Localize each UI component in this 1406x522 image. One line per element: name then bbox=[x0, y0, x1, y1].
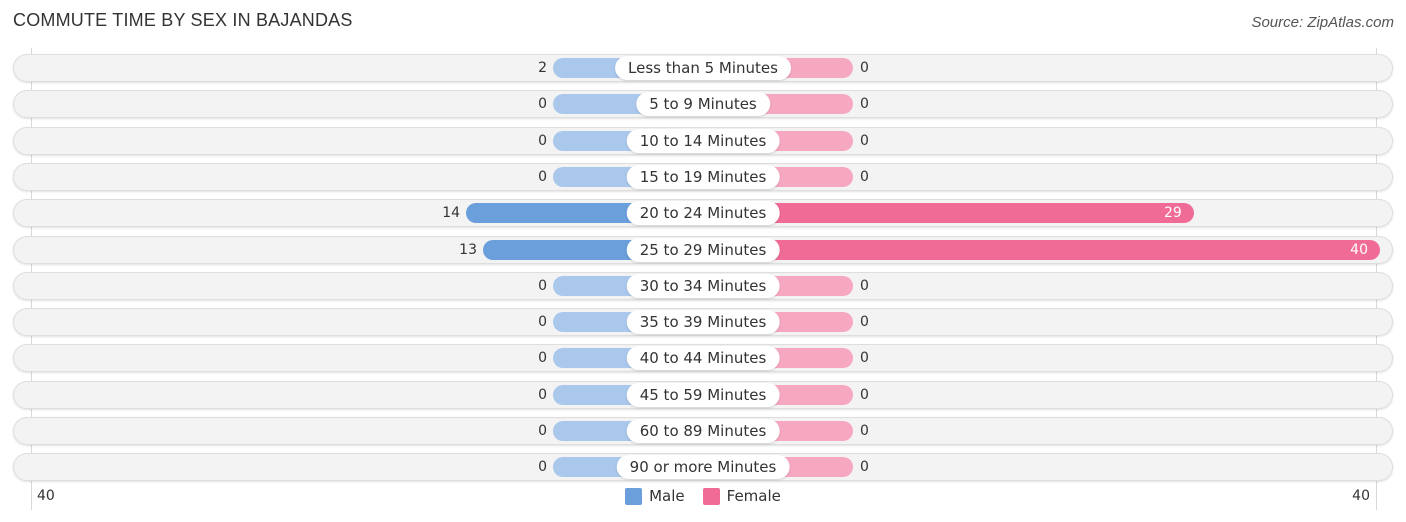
legend-item-male: Male bbox=[625, 487, 685, 505]
category-label: 40 to 44 Minutes bbox=[626, 346, 780, 371]
category-label: 60 to 89 Minutes bbox=[626, 419, 780, 443]
value-label-male: 0 bbox=[538, 132, 547, 149]
value-label-female: 0 bbox=[860, 96, 869, 113]
value-label-female: 0 bbox=[860, 350, 869, 367]
value-label-female: 40 bbox=[1350, 241, 1368, 258]
value-label-male: 2 bbox=[538, 60, 547, 76]
category-label: 35 to 39 Minutes bbox=[626, 310, 780, 335]
value-label-female: 0 bbox=[860, 60, 869, 76]
value-label-female: 0 bbox=[860, 277, 869, 294]
legend-swatch-male bbox=[625, 487, 643, 505]
legend-swatch-female bbox=[702, 487, 720, 505]
category-label: 10 to 14 Minutes bbox=[626, 128, 780, 153]
category-label: 45 to 59 Minutes bbox=[626, 382, 780, 407]
category-label: 90 or more Minutes bbox=[616, 455, 790, 480]
legend-item-female: Female bbox=[702, 487, 781, 505]
category-label: 20 to 24 Minutes bbox=[626, 201, 780, 226]
value-label-female: 0 bbox=[860, 386, 869, 403]
legend: Male Female bbox=[0, 487, 1406, 505]
category-label: 25 to 29 Minutes bbox=[626, 237, 780, 262]
value-label-female: 0 bbox=[860, 132, 869, 149]
value-label-male: 0 bbox=[538, 350, 547, 367]
value-label-female: 0 bbox=[860, 423, 869, 439]
value-label-male: 0 bbox=[538, 168, 547, 185]
legend-label-female: Female bbox=[726, 487, 781, 505]
source-label: Source: ZipAtlas.com bbox=[1251, 14, 1394, 31]
bar-female bbox=[703, 239, 1380, 260]
category-label: 30 to 34 Minutes bbox=[626, 273, 780, 298]
value-label-male: 0 bbox=[538, 314, 547, 331]
category-label: Less than 5 Minutes bbox=[615, 56, 791, 80]
category-label: 5 to 9 Minutes bbox=[636, 92, 770, 117]
value-label-female: 29 bbox=[1164, 205, 1182, 222]
value-label-male: 0 bbox=[538, 423, 547, 439]
value-label-male: 0 bbox=[538, 459, 547, 476]
value-label-male: 0 bbox=[538, 386, 547, 403]
legend-label-male: Male bbox=[649, 487, 685, 505]
value-label-male: 0 bbox=[538, 96, 547, 113]
value-label-male: 13 bbox=[459, 241, 477, 258]
value-label-female: 0 bbox=[860, 168, 869, 185]
value-label-male: 14 bbox=[442, 205, 461, 222]
value-label-female: 0 bbox=[860, 459, 869, 476]
category-label: 15 to 19 Minutes bbox=[626, 164, 780, 189]
chart-title: COMMUTE TIME BY SEX IN BAJANDAS bbox=[13, 10, 353, 30]
value-label-female: 0 bbox=[860, 314, 869, 331]
value-label-male: 0 bbox=[538, 277, 547, 294]
